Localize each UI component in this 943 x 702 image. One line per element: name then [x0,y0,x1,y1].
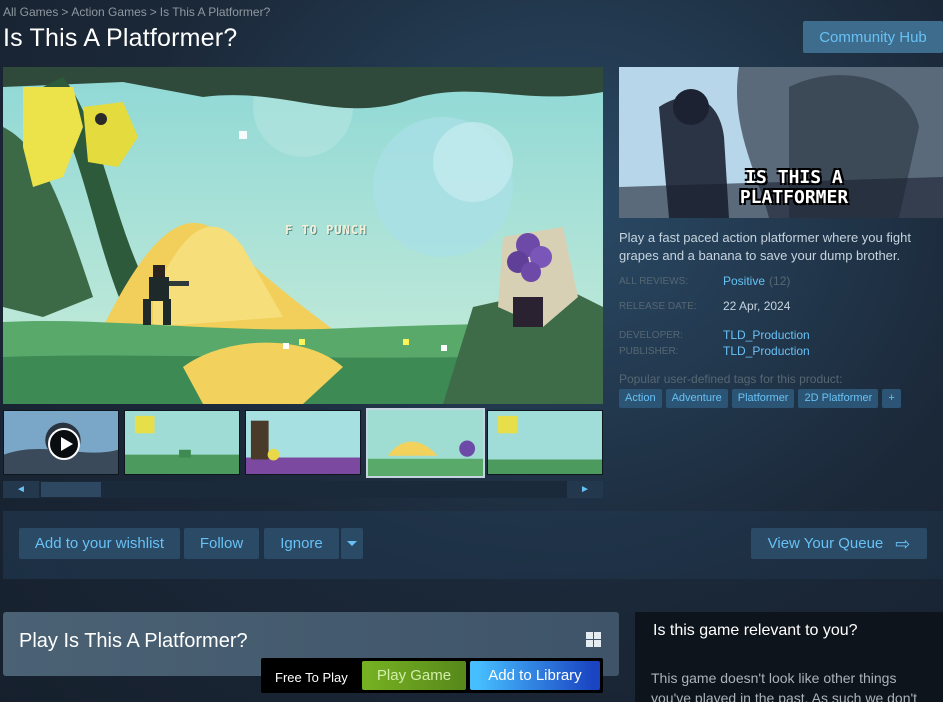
developer-label: DEVELOPER: [619,330,683,341]
reviews-row: ALL REVIEWS: Positive (12) [619,274,790,288]
thumbnail-image[interactable] [124,410,240,475]
game-description: Play a fast paced action platformer wher… [619,230,911,263]
developer-row: DEVELOPER: TLD_Production [619,328,810,342]
breadcrumb-separator: > [61,5,69,19]
tag-list: Action Adventure Platformer 2D Platforme… [619,389,901,408]
follow-button[interactable]: Follow [184,528,259,559]
windows-platform-icon [586,632,601,647]
thumbnail-image[interactable] [487,410,603,475]
breadcrumb: All Games > Action Games > Is This A Platfor… [3,5,270,19]
screenshot-caption: F TO PUNCH [285,223,368,237]
ignore-button[interactable]: Ignore [264,528,339,559]
view-queue-button[interactable]: View Your Queue ⇨ [751,528,927,559]
release-date-value: 22 Apr, 2024 [723,299,791,313]
breadcrumb-action-games[interactable]: Action Games [71,5,146,19]
thumbnail-art [368,410,483,476]
add-to-wishlist-button[interactable]: Add to your wishlist [19,528,180,559]
header-capsule-image: IS THIS A PLATFORMER [619,67,943,218]
thumbnail-art [246,411,360,474]
breadcrumb-all-games[interactable]: All Games [3,5,58,19]
publisher-label: PUBLISHER: [619,346,679,357]
tag-more-button[interactable]: + [882,389,901,408]
scroll-thumb[interactable] [41,482,101,497]
main-screenshot[interactable]: F TO PUNCH [3,67,603,404]
page-title: Is This A Platformer? [3,24,238,52]
reviews-label: ALL REVIEWS: [619,276,689,287]
view-queue-label: View Your Queue [767,535,884,552]
publisher-row: PUBLISHER: TLD_Production [619,344,810,358]
thumbnail-video[interactable] [3,410,119,475]
breadcrumb-separator: > [149,5,157,19]
purchase-action-box: Free To Play Play Game Add to Library [261,658,603,693]
relevance-panel: Is this game relevant to you? This game … [635,612,943,702]
reviews-count: (12) [769,274,791,288]
relevance-text: This game doesn't look like other things… [651,670,918,702]
release-date-label: RELEASE DATE: [619,301,697,312]
developer-link[interactable]: TLD_Production [723,328,810,342]
relevance-title: Is this game relevant to you? [653,622,858,639]
arrow-right-icon: ⇨ [895,533,911,554]
ignore-options-dropdown[interactable] [341,528,363,559]
add-to-library-button[interactable]: Add to Library [470,661,600,690]
queue-action-bar: Add to your wishlist Follow Ignore View … [3,511,943,579]
thumbnail-art [488,411,602,474]
scroll-right-arrow-icon[interactable]: ► [567,481,603,498]
community-hub-button[interactable]: Community Hub [803,21,943,53]
publisher-link[interactable]: TLD_Production [723,344,810,358]
play-icon [48,428,80,460]
tag-action[interactable]: Action [619,389,662,408]
gallery-scrollbar[interactable]: ◄ ► [3,481,603,498]
thumbnail-image-selected[interactable] [366,408,485,478]
capsule-title: IS THIS A PLATFORMER [739,167,849,208]
thumbnail-art [125,411,239,474]
play-panel-title: Play Is This A Platformer? [19,630,248,652]
release-date-row: RELEASE DATE: 22 Apr, 2024 [619,299,790,313]
tag-adventure[interactable]: Adventure [665,389,728,408]
breadcrumb-current-game[interactable]: Is This A Platformer? [160,5,271,19]
thumbnail-image[interactable] [245,410,361,475]
price-label: Free To Play [275,670,348,685]
caret-down-icon [347,541,357,546]
scroll-left-arrow-icon[interactable]: ◄ [3,481,39,498]
tags-label: Popular user-defined tags for this produ… [619,372,843,386]
reviews-summary-link[interactable]: Positive [723,274,765,288]
tag-platformer[interactable]: Platformer [731,389,795,408]
tag-2d-platformer[interactable]: 2D Platformer [798,389,879,408]
thumbnail-strip [3,408,603,478]
play-game-button[interactable]: Play Game [362,661,466,690]
